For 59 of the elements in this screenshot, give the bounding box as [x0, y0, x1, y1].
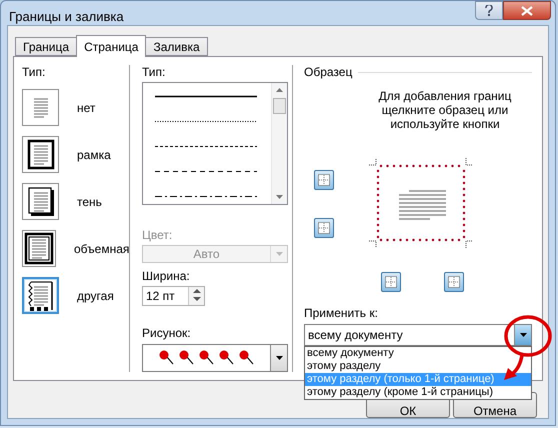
help-button[interactable]: [475, 1, 503, 20]
tab[interactable]: Страница: [76, 35, 146, 57]
preview-hint: Для добавления границ щелкните образец или используйте кнопки: [378, 89, 512, 131]
setting-option-button[interactable]: [22, 277, 59, 314]
preview-label: Образец: [304, 65, 352, 79]
apply-to-dropdown[interactable]: всему документу: [304, 324, 532, 346]
setting-option-label: объемная: [74, 242, 130, 256]
setting-option-label: рамка: [77, 148, 111, 162]
setting-option-label: тень: [77, 194, 102, 208]
scroll-up-icon: [276, 88, 283, 92]
page-border-icon: [23, 232, 55, 265]
dropdown-button[interactable]: [270, 345, 287, 372]
dropdown-button[interactable]: [514, 325, 531, 345]
apply-to-value: всему документу: [307, 328, 404, 342]
scroll-thumb[interactable]: [273, 98, 286, 114]
width-value: 12 пт: [145, 288, 176, 306]
tab[interactable]: Заливка: [145, 37, 208, 56]
width-label: Ширина:: [142, 269, 191, 284]
setting-option-label: нет: [77, 100, 96, 114]
apply-to-label: Применить к:: [304, 306, 379, 320]
style-label: Тип:: [142, 65, 166, 79]
setting-option-button[interactable]: [22, 136, 59, 173]
scroll-down-icon: [276, 195, 283, 199]
color-value: Авто: [192, 247, 221, 262]
setting-option-label: другая: [77, 288, 114, 302]
setting-label: Тип:: [22, 65, 46, 79]
setting-option-button[interactable]: [22, 230, 56, 267]
line-style-item[interactable]: [155, 195, 257, 198]
border-edge-icon: [448, 276, 460, 288]
color-label: Цвет:: [142, 228, 174, 242]
spin-buttons[interactable]: [188, 287, 204, 306]
border-edge-icon: [385, 276, 397, 288]
art-label: Рисунок:: [142, 326, 192, 340]
close-icon: [521, 6, 533, 16]
window-title: Границы и заливка: [9, 9, 124, 24]
caret-icon: [276, 252, 282, 256]
close-button[interactable]: [503, 1, 551, 20]
line-style-item[interactable]: [155, 145, 257, 148]
border-edge-icon: [318, 222, 330, 234]
line-style-item[interactable]: [155, 170, 257, 173]
scrollbar[interactable]: [271, 83, 287, 204]
caret-icon: [276, 356, 282, 360]
spin-arrows-icon: [192, 288, 200, 302]
pushpins-icon: [158, 350, 254, 366]
line-style-item[interactable]: [155, 120, 257, 123]
art-dropdown[interactable]: [142, 344, 288, 372]
border-edge-icon: [318, 174, 330, 186]
left-border-button[interactable]: [381, 272, 401, 292]
setting-option-button[interactable]: [22, 183, 59, 220]
line-style-item[interactable]: [155, 95, 257, 98]
top-border-button[interactable]: [314, 170, 334, 190]
tab[interactable]: Граница: [15, 37, 78, 56]
page-preview-drawing[interactable]: [367, 157, 475, 249]
width-spinner[interactable]: 12 пт: [142, 286, 205, 306]
line-style-list[interactable]: [142, 82, 288, 205]
bottom-border-button[interactable]: [314, 218, 334, 238]
right-border-button[interactable]: [444, 272, 464, 292]
caret-icon: [520, 333, 526, 337]
help-icon: [485, 5, 493, 16]
